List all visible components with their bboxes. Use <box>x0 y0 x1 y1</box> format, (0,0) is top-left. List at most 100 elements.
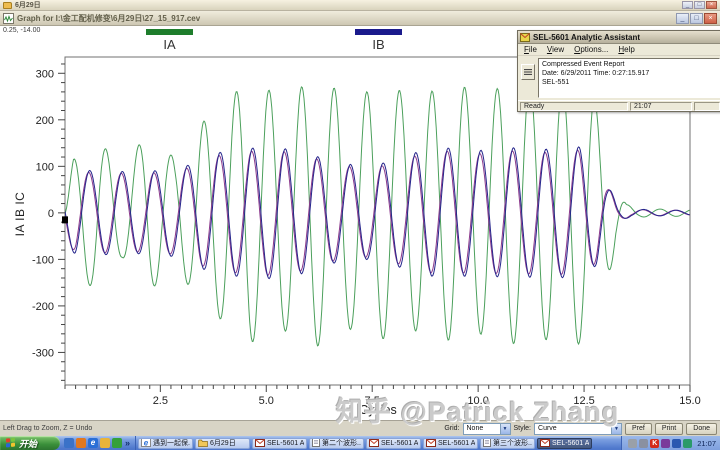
mail-icon[interactable] <box>100 438 110 448</box>
volume-icon[interactable] <box>639 439 648 448</box>
minimize-icon[interactable]: _ <box>682 1 693 9</box>
messenger-icon[interactable] <box>112 438 122 448</box>
antivirus-icon[interactable]: K <box>650 439 659 448</box>
taskbar-button-label: SEL-5601 A... <box>267 440 304 447</box>
y-tick-label: -300 <box>32 347 54 359</box>
dialog-titlebar[interactable]: SEL-5601 Analytic Assistant <box>518 31 720 44</box>
taskbar-button-folder[interactable]: 6月29日 <box>195 438 250 449</box>
doc-icon <box>312 438 320 449</box>
graph-icon <box>3 13 14 24</box>
status-ready: Ready <box>520 102 628 111</box>
printer-icon[interactable] <box>628 439 637 448</box>
network-icon[interactable] <box>672 439 681 448</box>
sel-icon <box>255 438 265 449</box>
more-chevron-icon[interactable]: » <box>124 438 131 448</box>
webpage-icon: e <box>141 438 151 449</box>
wave-IA <box>65 82 690 346</box>
graph-window-titlebar[interactable]: Graph for I:\金工配机修变\6月29日\27_15_917.cev … <box>0 11 720 26</box>
watermark: 知乎 @Patrick Zhang <box>336 390 619 429</box>
taskbar-button-label: 遇到一起保... <box>153 438 190 448</box>
status-time: 21:07 <box>630 102 692 111</box>
taskbar-button-label: SEL-5601 A... <box>381 440 418 447</box>
taskbar-button-webpage[interactable]: e 遇到一起保... <box>138 438 193 449</box>
taskbar-clock[interactable]: 21:07 <box>694 439 716 448</box>
dialog-body: Compressed Event ReportDate: 6/29/2011 T… <box>518 56 720 100</box>
restore-icon[interactable]: □ <box>694 1 705 9</box>
print-button[interactable]: Print <box>655 423 683 435</box>
quick-launch: e» <box>60 436 136 450</box>
ie-icon[interactable]: e <box>88 438 98 448</box>
taskbar-buttons: e 遇到一起保... 6月29日 SEL-5601 A... 第二个波形... SEL-5… <box>136 436 621 450</box>
minimize-icon[interactable]: _ <box>676 13 689 24</box>
event-report-button[interactable] <box>521 64 535 80</box>
sync-icon[interactable] <box>683 439 692 448</box>
folder-window-titlebar[interactable]: 6月29日 _ □ × <box>0 0 720 11</box>
event-report-list[interactable]: Compressed Event ReportDate: 6/29/2011 T… <box>538 58 720 98</box>
sel-icon <box>540 438 550 449</box>
windows-flag-icon <box>6 437 16 448</box>
done-button[interactable]: Done <box>686 423 717 435</box>
y-tick-label: 100 <box>36 161 54 173</box>
close-icon[interactable]: × <box>706 1 717 9</box>
legend-label: IA <box>146 37 193 52</box>
report-line: Date: 6/29/2011 Time: 0:27:15.917 <box>542 69 716 78</box>
security-icon[interactable] <box>661 439 670 448</box>
report-line: Compressed Event Report <box>542 60 716 69</box>
y-tick-label: 0 <box>48 208 54 220</box>
y-tick-label: 300 <box>36 68 54 80</box>
graph-window-controls: _ □ × <box>676 13 717 24</box>
graph-toolbar-buttons: PrefPrintDone <box>625 423 717 435</box>
menu-options[interactable]: Options... <box>569 45 613 54</box>
menu-help[interactable]: Help <box>613 45 639 54</box>
y-axis-ticks: 300 200 100 0 -100 -200 -300 <box>32 64 65 380</box>
x-tick-label: 5.0 <box>259 395 274 407</box>
show-desktop-icon[interactable] <box>64 438 74 448</box>
doc-icon <box>483 438 491 449</box>
legend-item-IB: IB <box>355 29 402 52</box>
taskbar-button-label: SEL-5601 A... <box>552 440 589 447</box>
folder-icon <box>198 438 208 449</box>
folder-window-controls: _ □ × <box>682 1 717 9</box>
system-tray: K 21:07 <box>621 436 720 450</box>
taskbar-button-label: 第二个波形... <box>322 438 361 448</box>
taskbar-button-sel[interactable]: SEL-5601 A... <box>252 438 307 449</box>
menu-file[interactable]: File <box>519 45 542 54</box>
folder-window-title: 6月29日 <box>15 0 41 10</box>
dialog-menubar: FileViewOptions...Help <box>518 44 720 56</box>
start-label: 开始 <box>19 437 37 450</box>
taskbar-button-doc[interactable]: 第二个波形... <box>309 438 364 449</box>
close-icon[interactable]: × <box>704 13 717 24</box>
dialog-title: SEL-5601 Analytic Assistant <box>533 33 640 42</box>
y-tick-label: -200 <box>32 301 54 313</box>
menu-view[interactable]: View <box>542 45 569 54</box>
legend-swatch <box>355 29 402 35</box>
svg-text:e: e <box>144 439 149 448</box>
cursor-marker <box>62 216 68 223</box>
x-tick-label: 15.0 <box>679 395 700 407</box>
x-tick-label: 2.5 <box>153 395 168 407</box>
folder-icon <box>3 2 12 9</box>
restore-icon[interactable]: □ <box>690 13 703 24</box>
start-button[interactable]: 开始 <box>0 436 60 450</box>
graph-window-title: Graph for I:\金工配机修变\6月29日\27_15_917.cev <box>17 13 200 24</box>
status-spare <box>694 102 720 111</box>
media-player-icon[interactable] <box>76 438 86 448</box>
taskbar: 开始 e» e遇到一起保...6月29日SEL-5601 A...第二个波形..… <box>0 436 720 450</box>
legend-swatch <box>146 29 193 35</box>
sel-icon <box>426 438 436 449</box>
taskbar-button-sel[interactable]: SEL-5601 A... <box>423 438 478 449</box>
taskbar-button-sel[interactable]: SEL-5601 A... <box>537 438 592 449</box>
zoom-hint: Left Drag to Zoom, Z = Undo <box>3 425 92 432</box>
taskbar-button-doc[interactable]: 第三个波形... <box>480 438 535 449</box>
legend-item-IA: IA <box>146 29 193 52</box>
y-tick-label: 200 <box>36 115 54 127</box>
pref-button[interactable]: Pref <box>625 423 652 435</box>
taskbar-button-label: 第三个波形... <box>493 438 532 448</box>
sel5601-dialog: SEL-5601 Analytic Assistant FileViewOpti… <box>517 30 720 112</box>
report-icon <box>524 69 532 75</box>
sel-app-icon <box>520 33 530 42</box>
cursor-readout: 0.25, -14.00 <box>3 27 40 34</box>
desktop: 2.55.07.510.012.515.03002001000-100-200-… <box>0 0 720 450</box>
taskbar-button-sel[interactable]: SEL-5601 A... <box>366 438 421 449</box>
y-tick-label: -100 <box>32 254 54 266</box>
